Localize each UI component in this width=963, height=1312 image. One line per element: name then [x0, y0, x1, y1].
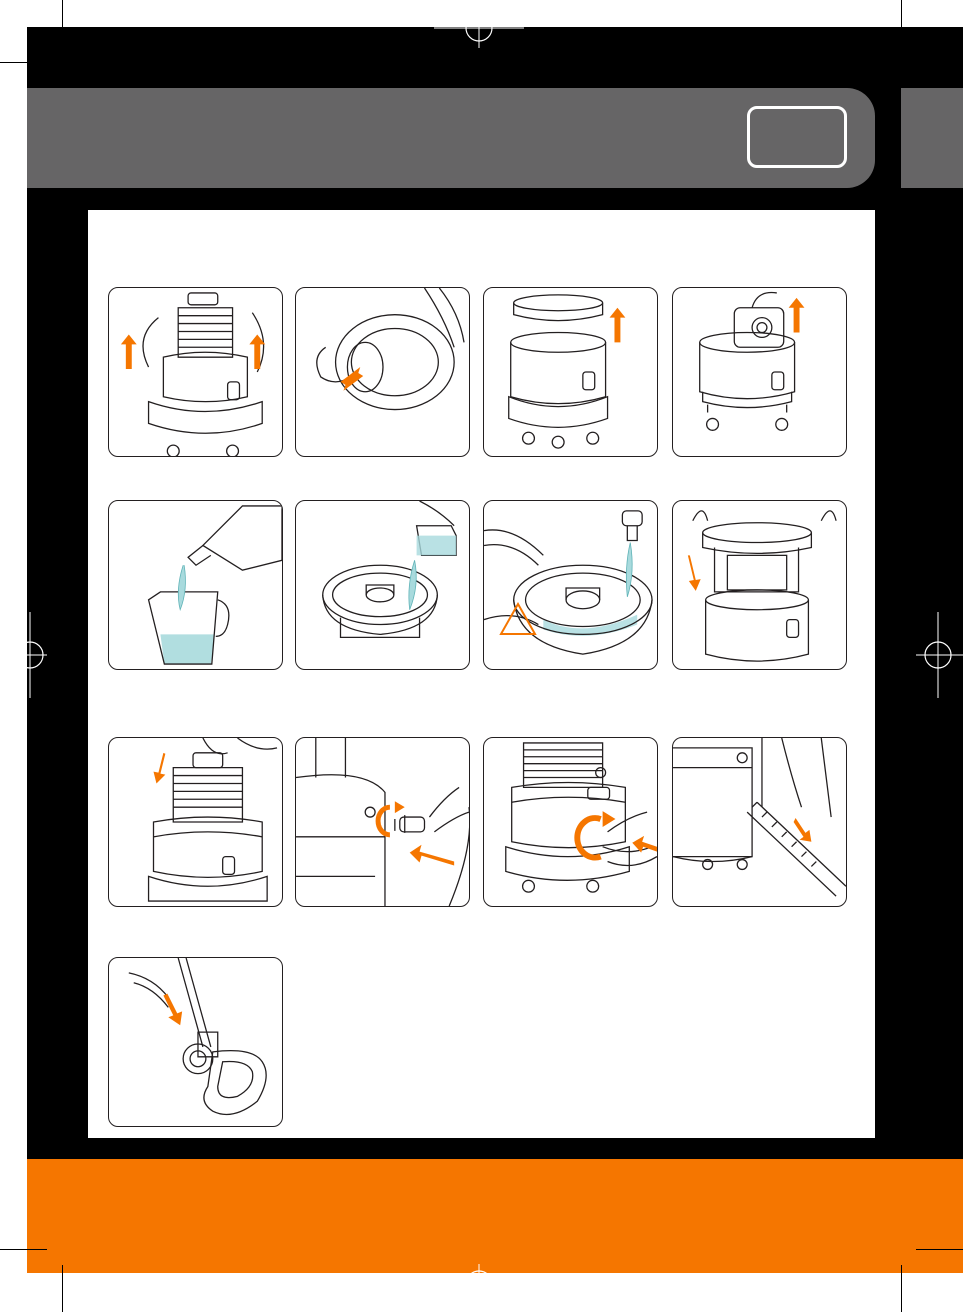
footer-band	[27, 1159, 963, 1273]
crop-mark	[916, 1249, 963, 1250]
connect-hose-clip-icon	[673, 738, 846, 897]
step-3-panel	[483, 287, 658, 457]
registration-mark-left	[0, 612, 47, 698]
step-2-panel	[295, 287, 470, 457]
refit-motor-head-icon	[147, 738, 278, 902]
remove-filter-icon	[316, 288, 465, 411]
crop-mark	[901, 1265, 902, 1312]
step-10-panel	[295, 737, 470, 907]
crop-mark	[916, 62, 963, 63]
step-1-panel	[108, 287, 283, 457]
step-13-panel	[108, 957, 283, 1127]
step-4-panel	[672, 287, 847, 457]
crop-mark	[62, 1265, 63, 1312]
pour-detergent-icon	[147, 505, 282, 665]
step-12-panel	[672, 737, 847, 907]
step-8-panel	[672, 500, 847, 670]
step-11-panel	[483, 737, 658, 907]
crop-mark	[0, 62, 47, 63]
crop-mark	[0, 1249, 47, 1250]
attach-hose-icon	[505, 742, 657, 893]
step-7-panel	[483, 500, 658, 670]
step-6-panel	[295, 500, 470, 670]
header-band-edge	[901, 88, 963, 188]
attach-spray-nozzle-icon	[128, 958, 267, 1116]
lift-motor-head-icon	[120, 292, 266, 456]
step-9-panel	[108, 737, 283, 907]
remove-dust-bag-icon	[699, 291, 805, 431]
fill-tray-from-tap-icon	[484, 510, 653, 655]
crop-mark	[901, 0, 902, 47]
page-number-tab	[747, 106, 847, 168]
crop-mark	[62, 0, 63, 47]
insert-hose-adapter-icon	[296, 738, 469, 906]
registration-mark-bottom	[434, 1264, 524, 1304]
registration-mark-right	[916, 612, 963, 698]
fill-water-tray-icon	[322, 501, 457, 639]
step-5-panel	[108, 500, 283, 670]
lift-tray-icon	[508, 294, 626, 449]
registration-mark-top	[434, 8, 524, 48]
place-tray-icon	[687, 510, 837, 662]
warning-triangle-icon	[499, 601, 537, 635]
